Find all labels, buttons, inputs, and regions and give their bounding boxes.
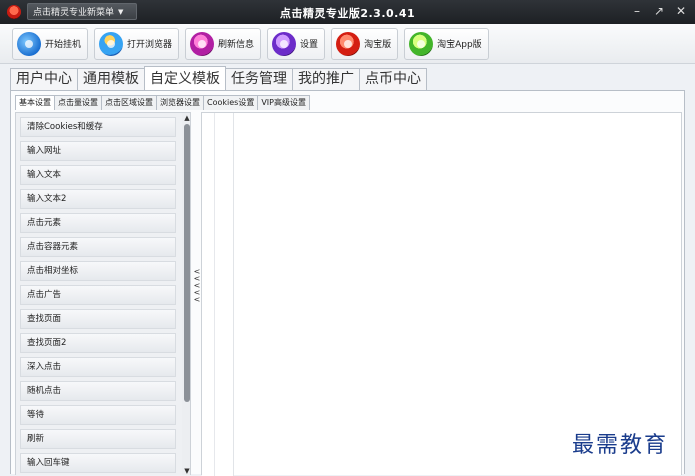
list-item[interactable]: 点击广告 — [20, 285, 176, 305]
settings-button[interactable]: 设置 — [267, 27, 326, 60]
subtab-vip-advanced[interactable]: VIP高级设置 — [257, 95, 310, 110]
gutter-divider — [214, 113, 215, 476]
subtab-basic-settings[interactable]: 基本设置 — [15, 95, 55, 110]
scroll-up-icon[interactable]: ▲ — [183, 114, 190, 123]
taobao-app-icon — [409, 31, 434, 56]
toolbar: 开始挂机 打开浏览器 刷新信息 设置 淘宝版 淘宝App版 — [0, 24, 695, 64]
list-item[interactable]: 输入文本 — [20, 165, 176, 185]
main-tab-bar: 用户中心 通用模板 自定义模板 任务管理 我的推广 点币中心 — [10, 66, 427, 90]
open-browser-label: 打开浏览器 — [127, 40, 173, 50]
sub-tab-bar: 基本设置 点击量设置 点击区域设置 浏览器设置 Cookies设置 VIP高级设… — [15, 95, 310, 110]
taobao-button[interactable]: 淘宝版 — [331, 27, 399, 60]
list-item[interactable]: 输入回车键 — [20, 453, 176, 473]
subtab-cookies-settings[interactable]: Cookies设置 — [203, 95, 259, 110]
list-item[interactable]: 点击元素 — [20, 213, 176, 233]
tab-user-center[interactable]: 用户中心 — [10, 68, 78, 90]
list-item[interactable]: 随机点击 — [20, 381, 176, 401]
list-item[interactable]: 输入网址 — [20, 141, 176, 161]
app-logo-icon — [7, 5, 21, 19]
list-item[interactable]: 查找页面 — [20, 309, 176, 329]
taobao-icon — [336, 31, 361, 56]
list-scrollbar[interactable]: ▲ ▼ — [182, 113, 190, 475]
open-browser-button[interactable]: 打开浏览器 — [94, 27, 180, 60]
list-item[interactable]: 深入点击 — [20, 357, 176, 377]
subtab-browser-settings[interactable]: 浏览器设置 — [156, 95, 204, 110]
minimize-button[interactable]: – — [631, 4, 643, 18]
custom-template-panel: 基本设置 点击量设置 点击区域设置 浏览器设置 Cookies设置 VIP高级设… — [10, 90, 685, 476]
start-hangup-label: 开始挂机 — [45, 40, 82, 50]
browser-icon — [99, 31, 124, 56]
close-button[interactable]: ✕ — [675, 4, 687, 18]
settings-icon — [272, 31, 297, 56]
settings-label: 设置 — [300, 40, 319, 50]
list-item[interactable]: 清除Cookies和缓存 — [20, 117, 176, 137]
command-list: 清除Cookies和缓存 输入网址 输入文本 输入文本2 点击元素 点击容器元素… — [15, 112, 191, 475]
collapse-arrows-icon[interactable]: < < < < < — [193, 268, 201, 304]
list-item[interactable]: 刷新 — [20, 429, 176, 449]
title-bar: 点击精灵专业新菜单 ▼ 点击精灵专业版2.3.0.41 – ↗ ✕ — [0, 0, 695, 24]
start-hangup-button[interactable]: 开始挂机 — [12, 27, 89, 60]
collapse-splitter[interactable]: < < < < < — [193, 112, 201, 475]
tab-coin-center[interactable]: 点币中心 — [359, 68, 427, 90]
list-item[interactable]: 输入文本2 — [20, 189, 176, 209]
chevron-down-icon: ▼ — [118, 7, 124, 16]
watermark-text: 最需教育 — [572, 433, 669, 458]
refresh-icon — [190, 31, 215, 56]
tab-task-management[interactable]: 任务管理 — [225, 68, 293, 90]
refresh-info-button[interactable]: 刷新信息 — [185, 27, 262, 60]
list-item[interactable]: 查找页面2 — [20, 333, 176, 353]
start-icon — [17, 31, 41, 56]
taobao-label: 淘宝版 — [364, 40, 392, 50]
subtab-click-area[interactable]: 点击区域设置 — [101, 95, 157, 110]
tab-my-promotion[interactable]: 我的推广 — [292, 68, 360, 90]
list-item[interactable]: 点击相对坐标 — [20, 261, 176, 281]
scroll-thumb[interactable] — [184, 124, 190, 402]
maximize-button[interactable]: ↗ — [653, 4, 665, 18]
refresh-info-label: 刷新信息 — [218, 40, 255, 50]
tab-custom-template[interactable]: 自定义模板 — [144, 66, 226, 90]
main-menu-button[interactable]: 点击精灵专业新菜单 ▼ — [27, 3, 137, 20]
tab-common-template[interactable]: 通用模板 — [77, 68, 145, 90]
editor-gutter — [202, 113, 234, 476]
list-item[interactable]: 点击容器元素 — [20, 237, 176, 257]
subtab-click-count[interactable]: 点击量设置 — [54, 95, 102, 110]
list-item[interactable]: 等待 — [20, 405, 176, 425]
taobao-app-button[interactable]: 淘宝App版 — [404, 27, 489, 60]
taobao-app-label: 淘宝App版 — [437, 40, 482, 50]
script-editor[interactable] — [201, 112, 682, 476]
main-menu-label: 点击精灵专业新菜单 — [33, 8, 115, 18]
